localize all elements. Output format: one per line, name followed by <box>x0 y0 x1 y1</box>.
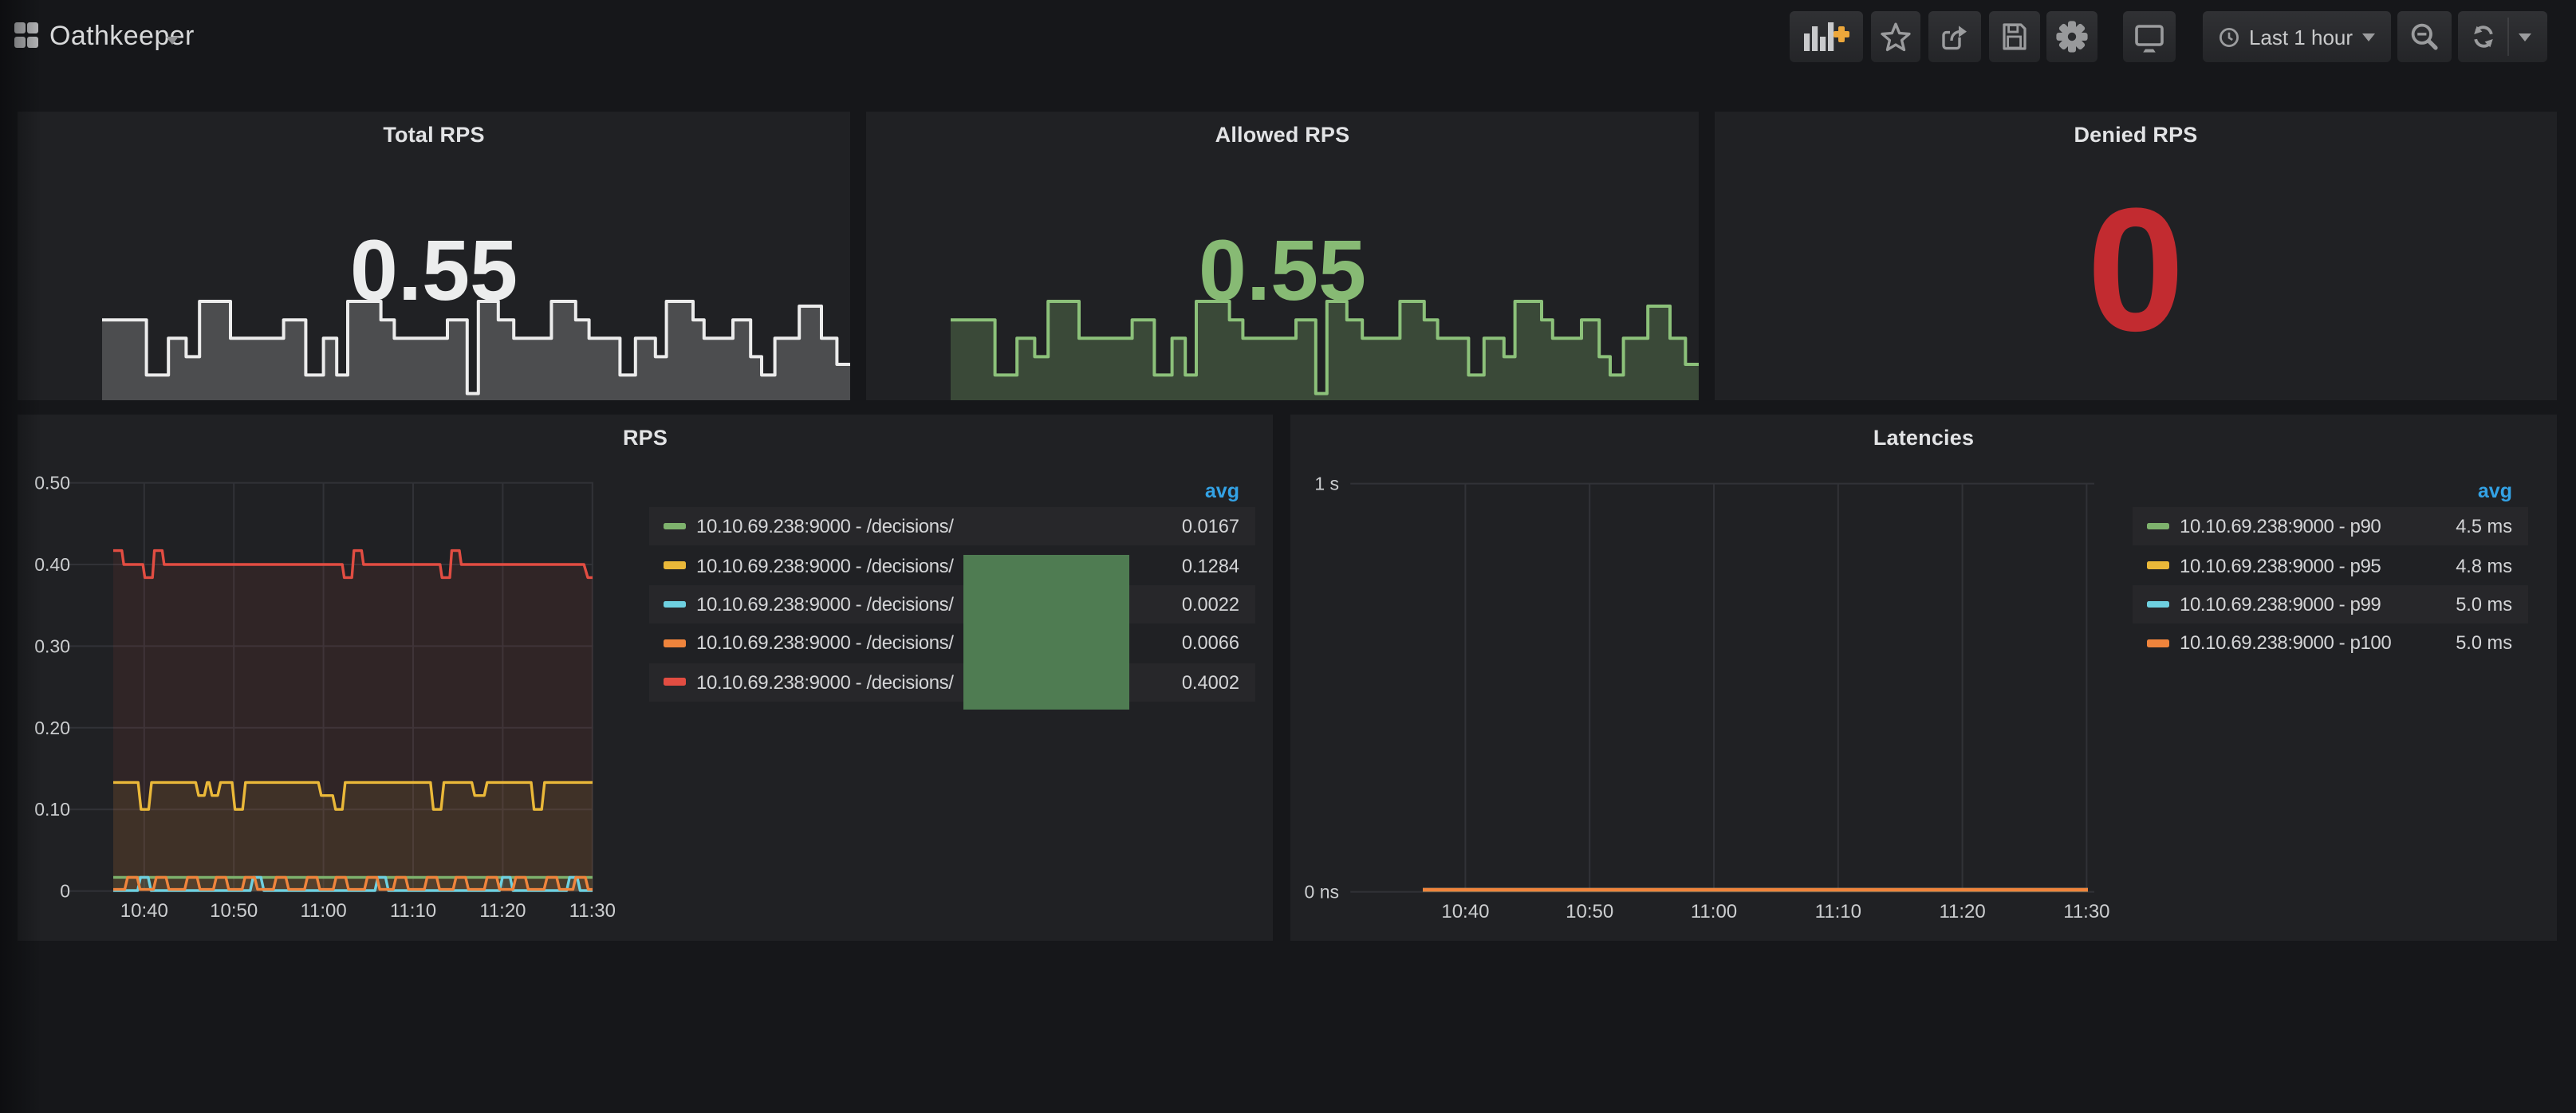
refresh-button[interactable] <box>2458 11 2547 62</box>
series-avg-value: 5.0 ms <box>2456 632 2512 655</box>
series-name: 10.10.69.238:9000 - /decisions/ <box>696 554 954 576</box>
gear-icon <box>2054 19 2090 54</box>
svg-text:11:10: 11:10 <box>390 900 436 922</box>
legend-row[interactable]: 10.10.69.238:9000 - /decisions/0.0066 <box>649 623 1255 663</box>
cycle-view-button[interactable] <box>2123 11 2175 62</box>
time-range-label: Last 1 hour <box>2249 25 2353 49</box>
divider <box>2507 18 2509 56</box>
svg-text:11:20: 11:20 <box>1939 901 1985 922</box>
series-avg-value: 0.4002 <box>1182 671 1239 694</box>
series-avg-value: 0.0167 <box>1182 515 1239 537</box>
svg-text:11:10: 11:10 <box>1815 901 1861 922</box>
clock-icon <box>2219 26 2239 47</box>
dashboard-title-caret-icon[interactable] <box>166 37 179 45</box>
series-swatch[interactable] <box>664 600 686 608</box>
time-range-picker[interactable]: Last 1 hour <box>2203 11 2391 62</box>
svg-text:11:20: 11:20 <box>479 900 526 922</box>
panel-title[interactable]: Allowed RPS <box>866 123 1699 147</box>
series-name: 10.10.69.238:9000 - p90 <box>2180 515 2381 537</box>
stat-value: 0 <box>1715 183 2557 359</box>
stat-value: 0.55 <box>866 228 1699 314</box>
navbar: Oathkeeper <box>0 0 2576 73</box>
svg-text:10:40: 10:40 <box>120 900 168 922</box>
legend-row[interactable]: 10.10.69.238:9000 - /decisions/0.1284 <box>649 546 1255 585</box>
svg-text:0.50: 0.50 <box>34 473 70 494</box>
legend-color-overlay <box>963 555 1130 710</box>
svg-text:0.20: 0.20 <box>34 718 70 738</box>
svg-text:10:50: 10:50 <box>1566 901 1613 922</box>
svg-text:11:00: 11:00 <box>300 900 346 922</box>
series-avg-value: 4.5 ms <box>2456 515 2512 537</box>
save-button[interactable] <box>1988 11 2040 62</box>
legend-row[interactable]: 10.10.69.238:9000 - p100 5.0 ms <box>2133 623 2528 663</box>
panel-rps: RPS 00.100.200.300.400.5010:4010:5011:00… <box>18 415 1273 941</box>
dashboards-grid-icon[interactable] <box>14 22 38 48</box>
add-panel-button[interactable] <box>1789 11 1863 62</box>
series-name: 10.10.69.238:9000 - p100 <box>2180 632 2391 655</box>
star-button[interactable] <box>1870 11 1920 62</box>
star-icon <box>1878 20 1912 53</box>
panel-denied-rps: Denied RPS 0 <box>1715 112 2557 400</box>
legend-row[interactable]: 10.10.69.238:9000 - /decisions/0.0167 <box>649 507 1255 546</box>
legend-row[interactable]: 10.10.69.238:9000 - /decisions/0.0022 <box>649 585 1255 624</box>
svg-text:0: 0 <box>60 881 70 902</box>
svg-text:0.40: 0.40 <box>34 554 70 575</box>
svg-text:0 ns: 0 ns <box>1305 882 1339 903</box>
series-name: 10.10.69.238:9000 - p95 <box>2180 554 2381 576</box>
zoom-out-button[interactable] <box>2398 11 2452 62</box>
svg-text:11:30: 11:30 <box>569 900 616 922</box>
svg-text:1 s: 1 s <box>1314 474 1339 494</box>
refresh-icon <box>2469 22 2498 51</box>
series-swatch[interactable] <box>664 562 686 569</box>
series-avg-value: 0.0022 <box>1182 593 1239 615</box>
series-swatch[interactable] <box>664 523 686 530</box>
rps-legend: avg 10.10.69.238:9000 - /decisions/0.016… <box>649 481 1255 702</box>
series-swatch[interactable] <box>2147 639 2169 647</box>
series-swatch[interactable] <box>2147 523 2169 530</box>
legend-row[interactable]: 10.10.69.238:9000 - p99 5.0 ms <box>2133 585 2528 624</box>
series-avg-value: 0.1284 <box>1182 554 1239 576</box>
latencies-legend: avg 10.10.69.238:9000 - p904.5 ms10.10.6… <box>2133 481 2528 663</box>
save-icon <box>1999 21 2030 53</box>
refresh-interval-caret-icon[interactable] <box>2519 33 2531 41</box>
time-range-caret-icon <box>2362 33 2375 41</box>
legend-row[interactable]: 10.10.69.238:9000 - p95 4.8 ms <box>2133 546 2528 585</box>
series-name: 10.10.69.238:9000 - /decisions/ <box>696 671 954 694</box>
zoom-out-icon <box>2409 21 2440 53</box>
series-name: 10.10.69.238:9000 - /decisions/ <box>696 515 954 537</box>
share-button[interactable] <box>1928 11 1980 62</box>
series-swatch[interactable] <box>664 639 686 647</box>
stat-value: 0.55 <box>18 228 850 314</box>
panel-title[interactable]: Denied RPS <box>1715 123 2557 147</box>
svg-text:11:00: 11:00 <box>1691 901 1737 922</box>
series-avg-value: 0.0066 <box>1182 632 1239 655</box>
legend-avg-header[interactable]: avg <box>2133 481 2528 502</box>
series-swatch[interactable] <box>2147 562 2169 569</box>
series-avg-value: 5.0 ms <box>2456 593 2512 615</box>
panel-allowed-rps: Allowed RPS 0.55 <box>866 112 1699 400</box>
svg-text:10:40: 10:40 <box>1441 901 1489 922</box>
series-name: 10.10.69.238:9000 - /decisions/ <box>696 593 954 615</box>
series-name: 10.10.69.238:9000 - p99 <box>2180 593 2381 615</box>
legend-row[interactable]: 10.10.69.238:9000 - p90 4.5 ms <box>2133 507 2528 546</box>
series-avg-value: 4.8 ms <box>2456 554 2512 576</box>
settings-button[interactable] <box>2046 11 2097 62</box>
legend-row[interactable]: 10.10.69.238:9000 - /decisions/0.4002 <box>649 663 1255 702</box>
legend-avg-header[interactable]: avg <box>649 481 1255 502</box>
bar-chart-plus-icon <box>1802 19 1850 54</box>
series-name: 10.10.69.238:9000 - /decisions/ <box>696 632 954 655</box>
panel-title[interactable]: Total RPS <box>18 123 850 147</box>
svg-text:11:30: 11:30 <box>2063 901 2109 922</box>
panel-total-rps: Total RPS 0.55 <box>18 112 850 400</box>
share-icon <box>1939 21 1971 53</box>
monitor-icon <box>2133 20 2166 53</box>
svg-text:0.10: 0.10 <box>34 799 70 820</box>
svg-text:0.30: 0.30 <box>34 635 70 656</box>
panel-latencies: Latencies 0 ns1 s10:4010:5011:0011:1011:… <box>1290 415 2557 941</box>
svg-text:10:50: 10:50 <box>210 900 258 922</box>
series-swatch[interactable] <box>2147 600 2169 608</box>
series-swatch[interactable] <box>664 678 686 686</box>
